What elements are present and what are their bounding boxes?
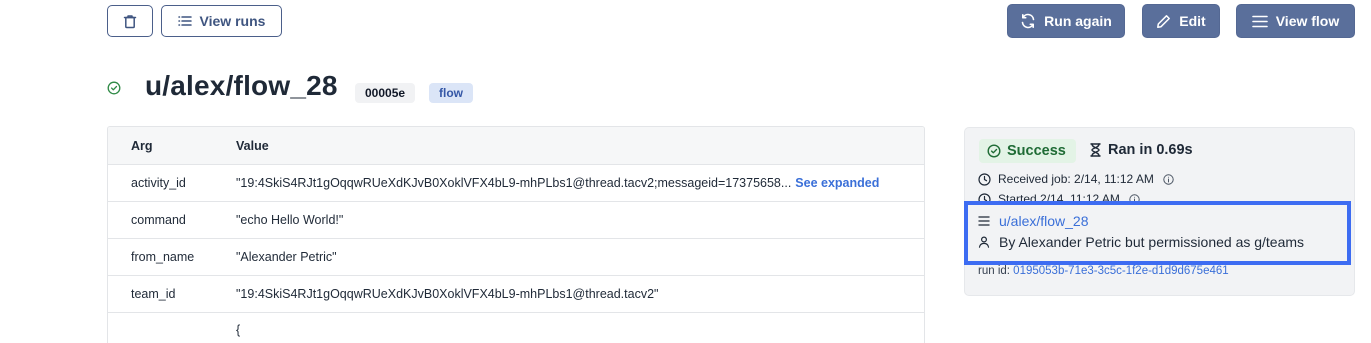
run-id-link[interactable]: 0195053b-71e3-3c5c-1f2e-d1d9d675e461	[1013, 265, 1229, 277]
arg-column-header: Arg	[131, 138, 153, 153]
highlight-box	[964, 201, 1351, 265]
pencil-icon	[1157, 14, 1171, 28]
table-row: command "echo Hello World!"	[108, 202, 924, 239]
status-text: Success	[1007, 143, 1066, 159]
arg-name: from_name	[131, 250, 195, 264]
clock-icon	[978, 172, 991, 186]
table-row: team_id "19:4SkiS4RJt1gOqqwRUeXdKJvB0Xok…	[108, 276, 924, 313]
permissions-text: By Alexander Petric but permissioned as …	[999, 234, 1305, 250]
arg-value: "echo Hello World!"	[236, 213, 344, 227]
run-id: run id: 0195053b-71e3-3c5c-1f2e-d1d9d675…	[978, 265, 1229, 277]
view-runs-button[interactable]: View runs	[161, 5, 282, 37]
hourglass-icon	[1090, 143, 1101, 157]
args-table-header: Arg Value	[108, 127, 924, 165]
success-check-icon	[107, 81, 121, 95]
menu-lines-icon	[1251, 15, 1268, 27]
arg-value: "19:4SkiS4RJt1gOqqwRUeXdKJvB0XoklVFX4bL9…	[236, 176, 924, 190]
edit-button[interactable]: Edit	[1142, 4, 1220, 38]
see-expanded-link[interactable]: See expanded	[795, 176, 879, 190]
run-again-label: Run again	[1044, 13, 1112, 29]
job-id-badge: 00005e	[355, 83, 416, 103]
user-icon	[978, 236, 990, 248]
arg-value: "19:4SkiS4RJt1gOqqwRUeXdKJvB0XoklVFX4bL9…	[236, 287, 659, 301]
value-column-header: Value	[236, 138, 269, 153]
success-check-icon	[987, 144, 1001, 158]
menu-lines-icon	[978, 216, 990, 226]
trash-icon	[123, 14, 137, 28]
refresh-icon	[1021, 13, 1035, 29]
info-icon[interactable]	[1163, 173, 1174, 185]
page-title: u/alex/flow_28	[145, 70, 338, 101]
view-flow-label: View flow	[1275, 13, 1340, 29]
flow-path-text[interactable]: u/alex/flow_28	[999, 213, 1089, 229]
view-runs-label: View runs	[199, 13, 266, 29]
args-table: Arg Value activity_id "19:4SkiS4RJt1gOqq…	[107, 126, 925, 343]
duration-text: Ran in 0.69s	[1108, 142, 1193, 158]
received-time: Received job: 2/14, 11:12 AM	[978, 172, 1174, 186]
flow-path-link[interactable]: u/alex/flow_28	[978, 213, 1089, 229]
table-row: from_name "Alexander Petric"	[108, 239, 924, 276]
table-row: activity_id "19:4SkiS4RJt1gOqqwRUeXdKJvB…	[108, 165, 924, 202]
arg-value: {	[236, 323, 241, 337]
received-text: Received job: 2/14, 11:12 AM	[998, 172, 1154, 186]
flow-kind-badge: flow	[429, 83, 473, 103]
status-badge: Success	[979, 139, 1076, 163]
arg-name: command	[131, 213, 186, 227]
view-flow-button[interactable]: View flow	[1236, 4, 1355, 38]
arg-name: team_id	[131, 287, 176, 301]
edit-label: Edit	[1179, 13, 1206, 29]
table-row: {	[108, 313, 924, 343]
arg-value-text: "19:4SkiS4RJt1gOqqwRUeXdKJvB0XoklVFX4bL9…	[236, 176, 792, 190]
permissions-line: By Alexander Petric but permissioned as …	[978, 234, 1304, 250]
run-again-button[interactable]: Run again	[1007, 4, 1125, 38]
run-id-label: run id:	[978, 265, 1010, 277]
arg-name: activity_id	[131, 176, 186, 190]
delete-button[interactable]	[107, 5, 153, 37]
arg-value: "Alexander Petric"	[236, 250, 337, 264]
duration: Ran in 0.69s	[1090, 142, 1193, 158]
list-icon	[177, 16, 192, 26]
